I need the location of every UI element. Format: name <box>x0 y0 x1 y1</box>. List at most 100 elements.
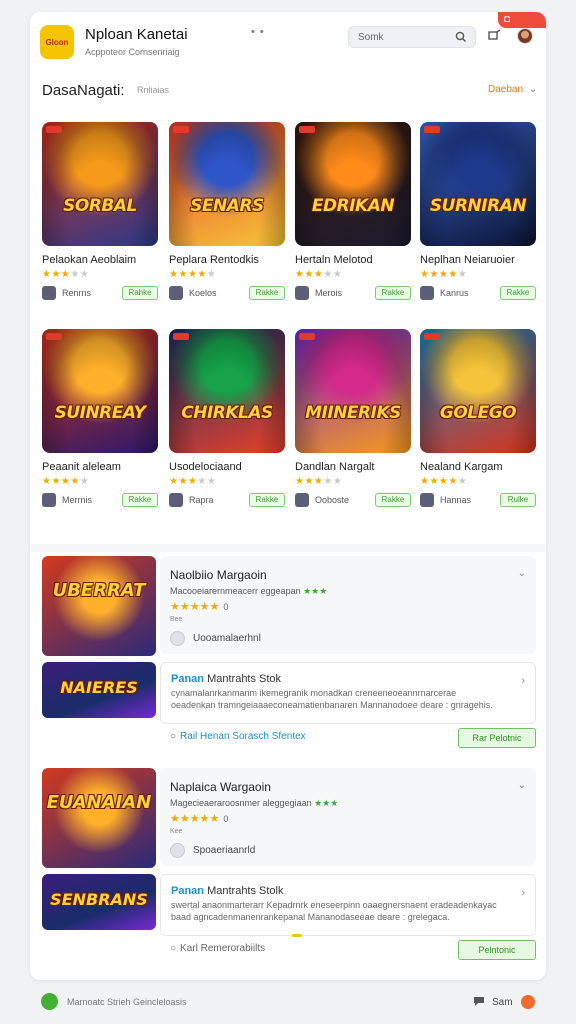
game-tile[interactable]: MIINERIKS Dandlan Nargalt ★★★★★ Ooboste Rakk… <box>295 329 411 509</box>
developer-icon <box>420 286 434 300</box>
game-tile[interactable]: SUINREAY Peaanit aleleam ★★★★★ Merrnis Rakke <box>42 329 158 509</box>
chat-icon[interactable] <box>473 996 485 1010</box>
chevron-right-icon[interactable]: › <box>521 675 525 687</box>
get-button[interactable]: Rakke <box>500 286 536 300</box>
featured-image-bottom[interactable]: SENBRANS <box>42 874 156 930</box>
hot-badge <box>424 333 440 340</box>
search-icon: ○ <box>170 943 177 954</box>
rating-stars: ★★★★★ <box>169 269 217 280</box>
featured-action-button[interactable]: Rar Pelotnic <box>458 728 536 748</box>
more-dots-icon[interactable]: • • <box>251 26 265 38</box>
sub-card-title: Panan Mantrahts Stolk <box>171 885 284 897</box>
tile-meta: Koelos Rakke <box>169 286 285 302</box>
featured-tagline: Macooeiarernmeacerr eggeapan ★★★ <box>170 586 328 596</box>
main-card: Gloon Nploan Kanetai Acppoteor Cornsenri… <box>30 12 546 980</box>
get-button[interactable]: Rahke <box>122 286 158 300</box>
hot-badge <box>299 333 315 340</box>
game-tile[interactable]: SORBAL Pelaokan Aeoblaim ★★★★★ Renrns Rahke <box>42 122 158 302</box>
featured-image-top[interactable]: EUANAIAN <box>42 768 156 868</box>
user-avatar[interactable] <box>517 28 533 44</box>
chevron-right-icon[interactable]: › <box>521 887 525 899</box>
game-thumbnail[interactable]: SENARS <box>169 122 285 246</box>
search-input[interactable]: Somk <box>348 26 476 48</box>
featured-sub-card[interactable]: Panan Mantrahts Stok cynamalanrkanmanm ik… <box>160 662 536 724</box>
featured-mini-label: Bee <box>170 616 183 623</box>
sub-card-description: swertal anaonmarterarr Kepadrnrk eneseer… <box>171 900 497 922</box>
tile-meta: Rapra Rakke <box>169 493 285 509</box>
game-tile[interactable]: CHIRKLAS Usodelociaand ★★★★★ Rapra Rakke <box>169 329 285 509</box>
game-thumbnail[interactable]: SUINREAY <box>42 329 158 453</box>
developer-name: Ooboste <box>315 495 350 505</box>
rating-stars: ★★★★★ <box>420 476 468 487</box>
featured-link[interactable]: ○ Karl Remerorabiilts <box>170 943 265 954</box>
developer-name: Rapra <box>189 495 214 505</box>
game-thumbnail[interactable]: GOLEGO <box>420 329 536 453</box>
hot-badge <box>424 126 440 133</box>
featured-image-bottom[interactable]: NAIERES <box>42 662 156 718</box>
game-tile[interactable]: SENARS Peplara Rentodkis ★★★★★ Koelos Rakke <box>169 122 285 302</box>
footer-status-dot[interactable] <box>521 995 535 1009</box>
get-button[interactable]: Rakke <box>375 286 411 300</box>
game-title[interactable]: Dandlan Nargalt <box>295 461 411 473</box>
section-divider <box>30 544 546 552</box>
get-button[interactable]: Rakke <box>122 493 158 507</box>
game-tile[interactable]: SURNIRAN Neplhan Neiaruoier ★★★★★ Kanrus Rak… <box>420 122 536 302</box>
game-tile[interactable]: EDRIKAN Hertaln Melotod ★★★★★ Merois Rakke <box>295 122 411 302</box>
game-thumbnail[interactable]: EDRIKAN <box>295 122 411 246</box>
tile-meta: Ooboste Rakke <box>295 493 411 509</box>
footer-app-icon[interactable] <box>41 993 58 1010</box>
notification-badge[interactable]: ◘ <box>498 12 546 28</box>
featured-info-card[interactable]: Naplaica Wargaoin Magecieaeraroosnmer ale… <box>160 768 536 866</box>
featured-panel: EUANAIAN SENBRANS Naplaica Wargaoin Magecie… <box>40 768 536 968</box>
user-icon <box>170 631 185 646</box>
section-dropdown[interactable]: Daeban ⌄ <box>488 84 537 95</box>
get-button[interactable]: Rakke <box>249 493 285 507</box>
section-subtitle: Rnliaias <box>137 85 170 95</box>
rating-stars: ★★★★★ <box>420 269 468 280</box>
game-title[interactable]: Usodelociaand <box>169 461 285 473</box>
featured-link[interactable]: ○ Rail Henan Sorasch Sfentex <box>170 731 306 742</box>
get-button[interactable]: Rakke <box>375 493 411 507</box>
game-thumbnail[interactable]: CHIRKLAS <box>169 329 285 453</box>
game-title[interactable]: Neplhan Neiaruoier <box>420 254 536 266</box>
developer-name: Koelos <box>189 288 217 298</box>
app-subtitle: Acppoteor Cornsenriaig <box>85 47 180 57</box>
featured-info-card[interactable]: Naolbiio Margaoin Macooeiarernmeacerr egg… <box>160 556 536 654</box>
featured-mini-label: Kee <box>170 828 183 835</box>
hot-badge <box>46 126 62 133</box>
hot-badge <box>173 333 189 340</box>
logo-text: Gloon <box>45 37 69 47</box>
game-thumbnail[interactable]: SURNIRAN <box>420 122 536 246</box>
game-title[interactable]: Peplara Rentodkis <box>169 254 285 266</box>
game-logo-art: SUINREAY <box>54 403 146 423</box>
featured-image-top[interactable]: UBERRAT <box>42 556 156 656</box>
featured-user-name: Uooamalaerhnl <box>193 633 261 644</box>
game-title[interactable]: Nealand Kargam <box>420 461 536 473</box>
featured-user-name: Spoaeriaanrld <box>193 845 256 856</box>
chevron-down-icon[interactable]: ⌄ <box>518 780 526 791</box>
featured-rating: ★★★★★ 0 <box>170 813 229 825</box>
featured-action-button[interactable]: Pelntonic <box>458 940 536 960</box>
get-button[interactable]: Rakke <box>249 286 285 300</box>
game-thumbnail[interactable]: MIINERIKS <box>295 329 411 453</box>
featured-panel: UBERRAT NAIERES Naolbiio Margaoin Macooeiar… <box>40 556 536 756</box>
game-logo-art: SENARS <box>190 196 264 216</box>
footer-text: Marnoatc Strieh Geincleloasis <box>67 997 187 1007</box>
share-icon[interactable] <box>488 28 502 46</box>
search-icon[interactable] <box>454 30 468 49</box>
chevron-down-icon[interactable]: ⌄ <box>518 568 526 579</box>
developer-name: Merois <box>315 288 343 298</box>
game-title[interactable]: Hertaln Melotod <box>295 254 411 266</box>
featured-sub-card[interactable]: Panan Mantrahts Stolk swertal anaonmarter… <box>160 874 536 936</box>
app-logo[interactable]: Gloon <box>40 25 74 59</box>
game-thumbnail[interactable]: SORBAL <box>42 122 158 246</box>
get-button[interactable]: Rulke <box>500 493 536 507</box>
hot-badge <box>46 333 62 340</box>
game-title[interactable]: Pelaokan Aeoblaim <box>42 254 158 266</box>
game-title[interactable]: Peaanit aleleam <box>42 461 158 473</box>
featured-logo-art-2: NAIERES <box>60 678 138 697</box>
chat-label[interactable]: Sam <box>492 997 513 1008</box>
developer-name: Merrnis <box>62 495 93 505</box>
game-tile[interactable]: GOLEGO Nealand Kargam ★★★★★ Hannas Rulke <box>420 329 536 509</box>
developer-icon <box>295 493 309 507</box>
